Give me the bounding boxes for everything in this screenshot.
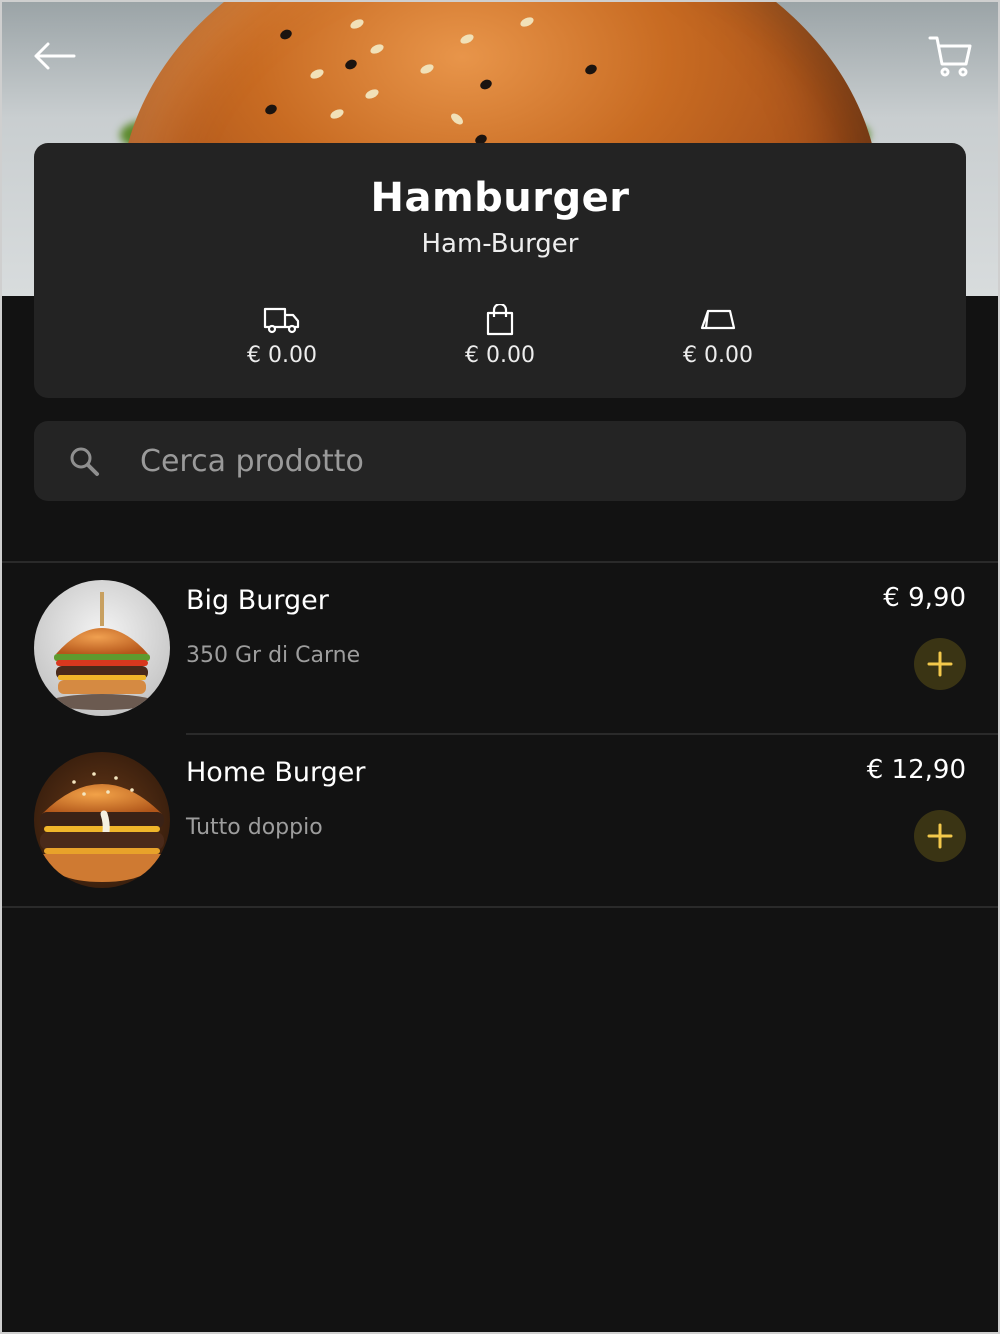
- add-to-cart-button[interactable]: [914, 638, 966, 690]
- table-service-fee-value: € 0.00: [683, 343, 753, 368]
- product-image: [34, 580, 170, 716]
- delivery-fee: € 0.00: [212, 303, 352, 368]
- divider: [0, 906, 1000, 908]
- product-description: Tutto doppio: [186, 815, 323, 840]
- arrow-left-icon: [34, 42, 76, 70]
- shopping-cart-icon: [928, 36, 972, 77]
- shopping-bag-icon: [486, 304, 514, 336]
- product-name: Big Burger: [186, 585, 329, 616]
- takeaway-fee-value: € 0.00: [465, 343, 535, 368]
- product-item-big-burger[interactable]: Big Burger 350 Gr di Carne € 9,90: [0, 563, 1000, 735]
- back-button[interactable]: [26, 28, 82, 84]
- add-to-cart-button[interactable]: [914, 810, 966, 862]
- page-title: Hamburger: [370, 175, 630, 221]
- product-image: [34, 752, 170, 888]
- cart-button[interactable]: [922, 28, 978, 84]
- search-icon: [70, 447, 99, 476]
- plus-icon: [927, 651, 953, 677]
- takeaway-fee: € 0.00: [430, 303, 570, 368]
- page-subtitle: Ham-Burger: [421, 229, 579, 259]
- product-price: € 12,90: [866, 755, 966, 785]
- table-service-fee: € 0.00: [648, 303, 788, 368]
- search-input[interactable]: [140, 443, 920, 479]
- service-tray-icon: [700, 309, 736, 330]
- restaurant-info-card: Hamburger Ham-Burger € 0.00 € 0.00 € 0.0…: [34, 143, 966, 398]
- product-name: Home Burger: [186, 757, 366, 788]
- product-description: 350 Gr di Carne: [186, 643, 361, 668]
- product-item-home-burger[interactable]: Home Burger Tutto doppio € 12,90: [0, 735, 1000, 907]
- search-bar[interactable]: [34, 421, 966, 501]
- delivery-truck-icon: [263, 307, 300, 334]
- product-price: € 9,90: [883, 583, 966, 613]
- plus-icon: [927, 823, 953, 849]
- delivery-fee-value: € 0.00: [247, 343, 317, 368]
